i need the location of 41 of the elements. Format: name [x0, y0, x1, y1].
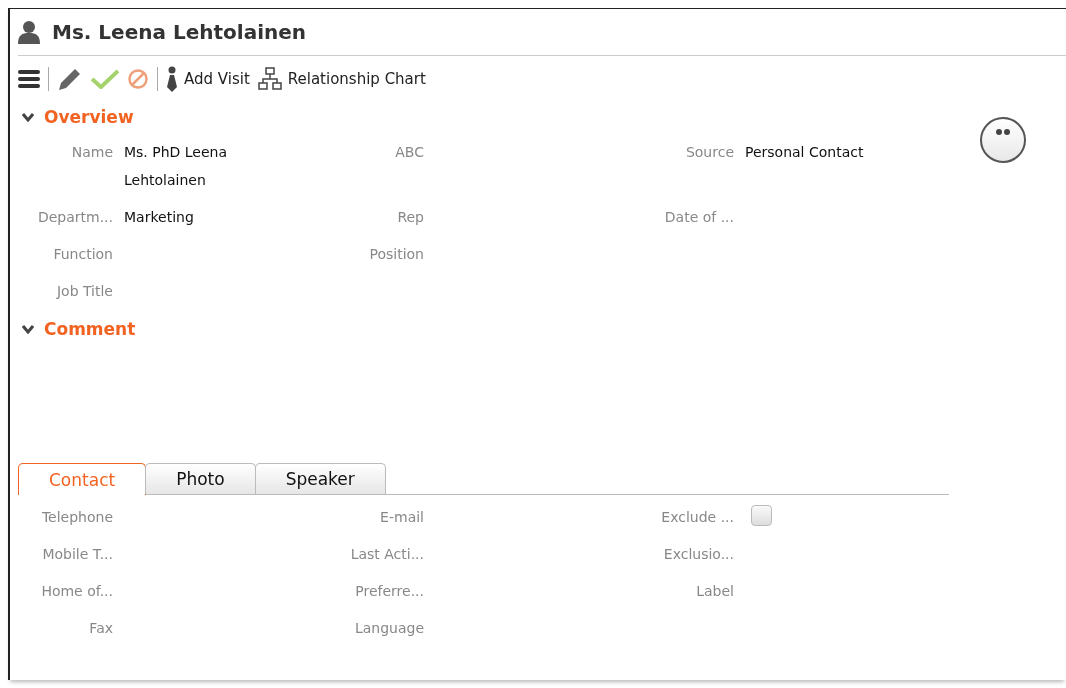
- menu-icon[interactable]: [18, 69, 40, 89]
- field-label: Exclude ...: [660, 508, 734, 527]
- field-value: Ms. PhD Leena Lehtolainen: [124, 143, 229, 190]
- field-label: Name: [70, 143, 113, 162]
- field-label: Mobile T...: [41, 545, 113, 564]
- section-title: Overview: [44, 107, 134, 127]
- field-label: ABC: [394, 143, 424, 162]
- field-label: Job Title: [55, 282, 113, 301]
- field-label: Position: [368, 245, 424, 264]
- section-title: Comment: [44, 319, 136, 339]
- field-value: Personal Contact: [745, 143, 864, 162]
- field-label: Language: [353, 619, 424, 638]
- checkbox[interactable]: [751, 505, 772, 526]
- field-label: Label: [695, 582, 734, 601]
- field-label: Home of...: [40, 582, 113, 601]
- field-label: Departm...: [36, 208, 113, 227]
- more-icon: [993, 128, 1013, 136]
- field-label: Telephone: [40, 508, 113, 527]
- hierarchy-icon: [257, 67, 282, 91]
- field-value: Marketing: [124, 208, 194, 227]
- window-title: Ms. Leena Lehtolainen: [52, 20, 307, 44]
- field-label: Fax: [88, 619, 113, 638]
- checkmark-icon[interactable]: [91, 69, 119, 89]
- field-label: Rep: [396, 208, 424, 227]
- field-label: Exclusio...: [662, 545, 734, 564]
- person-icon: [18, 20, 40, 44]
- more-button[interactable]: [980, 117, 1026, 163]
- field-label: Function: [52, 245, 113, 264]
- tie-icon: [166, 66, 178, 92]
- field-label: E-mail: [379, 508, 424, 527]
- relationship-chart-button[interactable]: Relationship Chart: [257, 67, 426, 91]
- field-label: Source: [684, 143, 734, 162]
- chevron-down-icon[interactable]: [22, 112, 34, 122]
- field-label: Last Acti...: [349, 545, 424, 564]
- chevron-down-icon[interactable]: [22, 324, 34, 334]
- field-label: Preferre...: [354, 582, 424, 601]
- pencil-icon[interactable]: [57, 66, 83, 92]
- add-visit-button[interactable]: Add Visit: [166, 66, 250, 92]
- field-label: Date of ...: [663, 208, 734, 227]
- tab[interactable]: Photo: [145, 463, 256, 494]
- tab[interactable]: Speaker: [254, 463, 386, 494]
